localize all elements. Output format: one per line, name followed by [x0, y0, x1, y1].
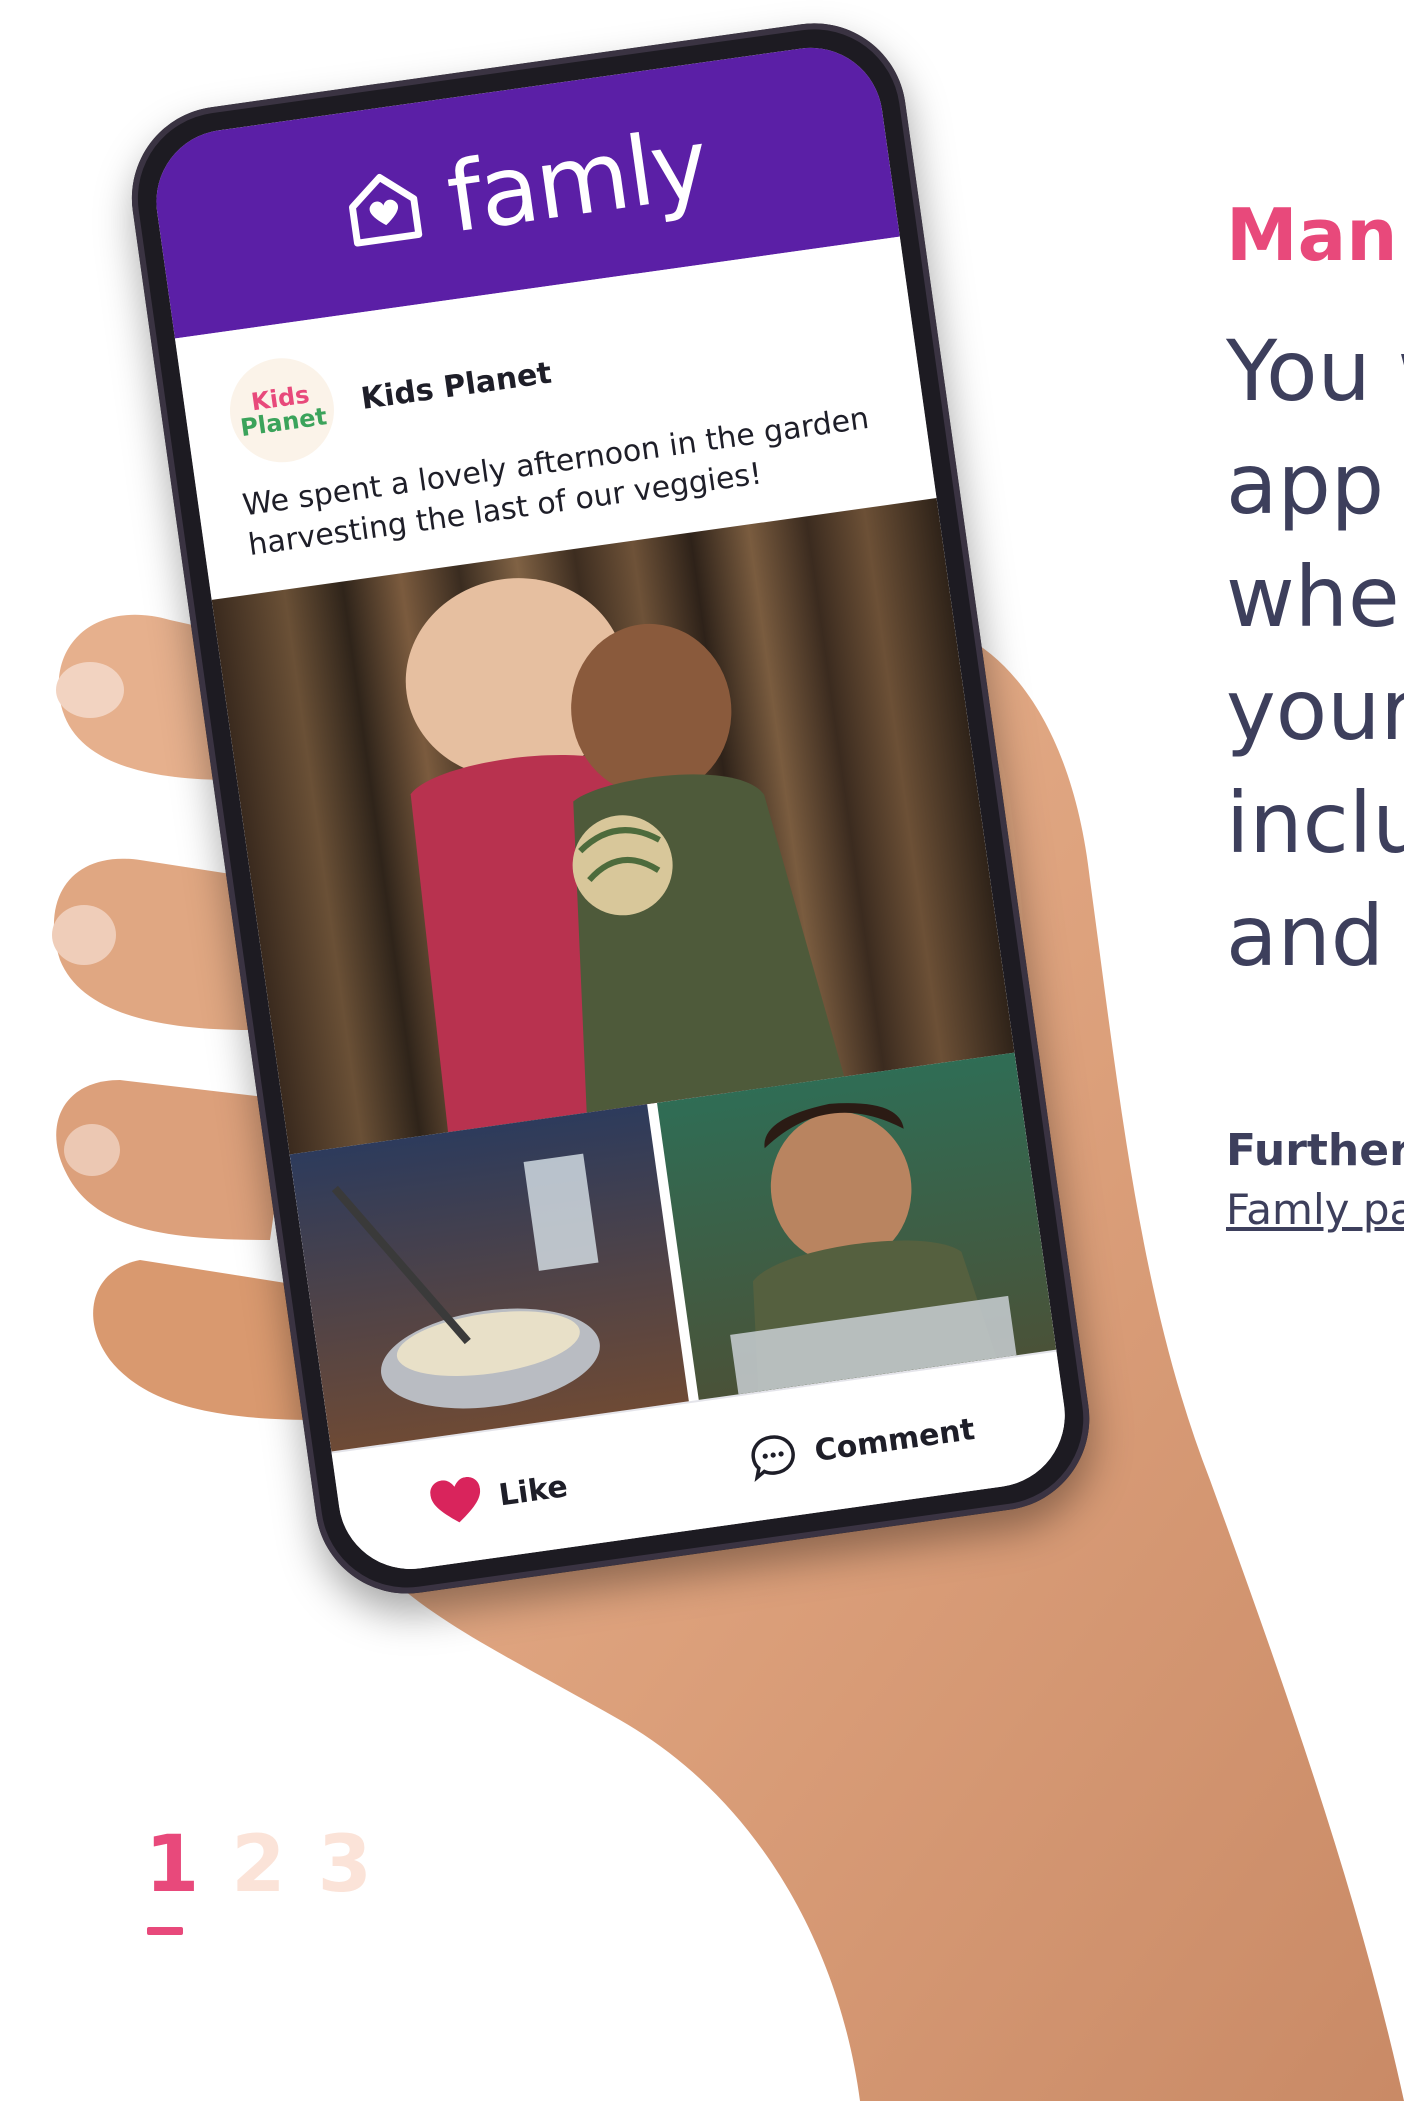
avatar[interactable]: Kids Planet	[223, 351, 341, 470]
pager-item-2[interactable]: 2	[231, 1825, 285, 1905]
body-line: when	[1226, 548, 1404, 646]
famly-parent-link[interactable]: Famly pa	[1226, 1181, 1404, 1239]
heart-icon	[430, 1477, 481, 1523]
pager-item-1[interactable]: 1	[145, 1825, 199, 1905]
slide-pager: 1 2 3	[145, 1825, 372, 1935]
comment-label: Comment	[812, 1411, 977, 1469]
house-heart-icon	[349, 174, 423, 247]
post-photo-main[interactable]	[211, 498, 1015, 1155]
body-line: inclu	[1226, 774, 1404, 872]
photo-child-art	[730, 1103, 1017, 1395]
pager-active-indicator	[147, 1927, 183, 1935]
like-label: Like	[496, 1468, 570, 1513]
section-body: You w app when your inclu and r	[1226, 315, 1404, 993]
feature-copy: Man You w app when your inclu and r Furt…	[1226, 195, 1404, 1239]
body-line: You w	[1226, 322, 1404, 420]
like-button[interactable]: Like	[429, 1463, 571, 1528]
photo-main-art	[405, 578, 845, 1133]
body-line: app	[1226, 435, 1385, 533]
photo-cooking-art	[331, 1153, 600, 1409]
further-info-label: Further	[1226, 1125, 1404, 1176]
post-photo-child[interactable]	[657, 1052, 1057, 1400]
comment-button[interactable]: Comment	[746, 1405, 978, 1484]
speech-bubble-icon	[751, 1435, 795, 1483]
post-author[interactable]: Kids Planet	[359, 355, 554, 416]
pager-item-3[interactable]: 3	[318, 1825, 372, 1905]
body-line: and r	[1226, 887, 1404, 985]
body-line: your	[1226, 661, 1404, 759]
section-heading: Man	[1226, 193, 1398, 277]
post-photo-cooking[interactable]	[289, 1104, 689, 1452]
app-logo-text: famly	[440, 107, 714, 255]
